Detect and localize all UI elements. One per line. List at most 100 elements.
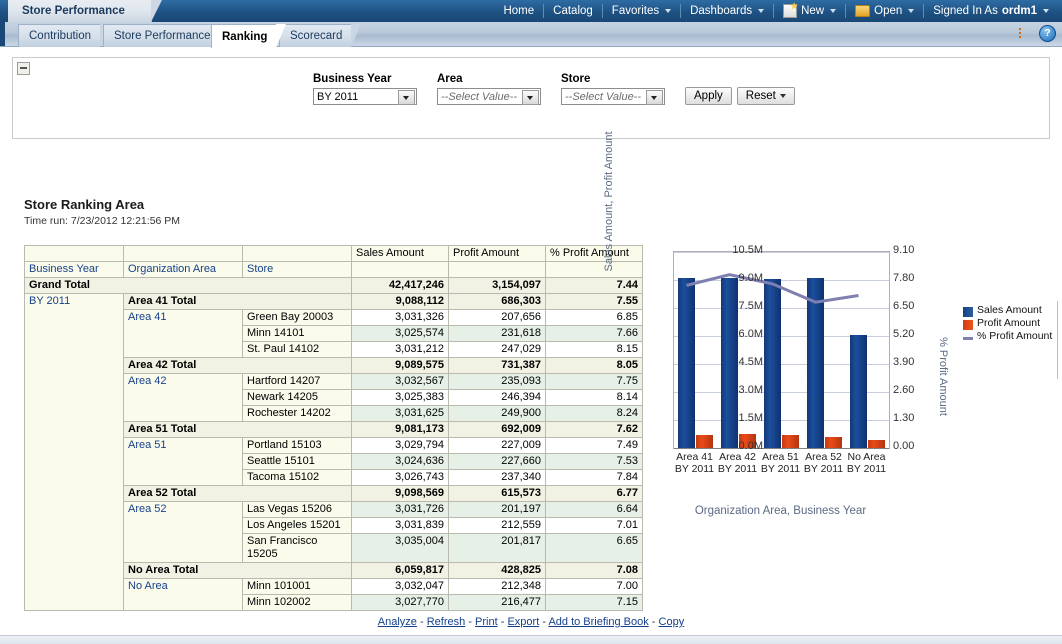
cell-sales: 3,031,212	[351, 341, 449, 358]
cell-profit: 227,009	[448, 437, 546, 454]
nav-new[interactable]: New	[774, 4, 847, 18]
link-print[interactable]: Print	[475, 616, 498, 628]
group-total-label: Area 41 Total	[123, 293, 352, 310]
nav-open[interactable]: Open	[846, 4, 925, 18]
header-organization-area[interactable]: Organization Area	[123, 261, 243, 278]
cell-profit: 246,394	[448, 389, 546, 406]
cell-profit: 249,900	[448, 405, 546, 422]
group-total-sales: 9,081,173	[351, 421, 449, 438]
chart-x-tick-label: Area 52 BY 2011	[803, 451, 844, 475]
cell-profit: 201,197	[448, 501, 546, 518]
tab-ranking[interactable]: Ranking	[211, 24, 287, 48]
cell-area[interactable]: Area 42	[123, 373, 243, 422]
prompt-area-label: Area	[437, 73, 463, 85]
tab-contribution-label: Contribution	[29, 30, 92, 42]
cell-profit: 231,618	[448, 325, 546, 342]
apply-button[interactable]: Apply	[685, 87, 732, 105]
prompt-controls: Business Year BY 2011 Area --Select Valu…	[313, 72, 795, 105]
cell-sales: 3,031,726	[351, 501, 449, 518]
nav-dashboards[interactable]: Dashboards	[681, 4, 775, 18]
nav-home-label: Home	[503, 5, 535, 17]
legend-item-profit[interactable]: Profit Amount	[963, 318, 1053, 330]
link-refresh[interactable]: Refresh	[427, 616, 466, 628]
chevron-down-icon[interactable]	[646, 90, 663, 105]
group-total-label: No Area Total	[123, 562, 352, 579]
current-user: ordm1	[1001, 5, 1037, 17]
link-copy[interactable]: Copy	[659, 616, 685, 628]
nav-signed-in-as[interactable]: Signed In As ordm1	[924, 4, 1058, 18]
report-action-links: Analyze - Refresh - Print - Export - Add…	[0, 616, 1062, 628]
chart-y2-tick-label: 0.00	[893, 440, 915, 452]
header-sales-amount: Sales Amount	[351, 245, 449, 262]
open-folder-icon	[855, 5, 871, 17]
link-export[interactable]: Export	[507, 616, 539, 628]
cell-sales: 3,027,770	[351, 594, 449, 611]
chart-y2-axis-title: % Profit Amount	[937, 337, 949, 416]
legend-item-sales[interactable]: Sales Amount	[963, 305, 1053, 317]
chart: Sales Amount, Profit Amount % Profit Amo…	[603, 131, 1058, 523]
chart-y-tick-label: 4.5M	[738, 356, 763, 368]
chart-y2-tick-label: 1.30	[893, 412, 915, 424]
link-analyze[interactable]: Analyze	[378, 616, 417, 628]
cell-store: Newark 14205	[242, 389, 352, 406]
area-value: --Select Value--	[441, 90, 518, 103]
legend-item-pct-profit[interactable]: % Profit Amount	[963, 331, 1053, 342]
area-select[interactable]: --Select Value--	[437, 88, 541, 105]
tab-contribution[interactable]: Contribution	[18, 24, 111, 47]
tab-ranking-label: Ranking	[222, 30, 268, 43]
group-total-label: Area 52 Total	[123, 485, 352, 502]
chevron-down-icon	[1043, 9, 1049, 13]
chart-y-tick-label: 10.5M	[732, 244, 763, 256]
reset-button[interactable]: Reset	[736, 87, 795, 105]
nav-home[interactable]: Home	[494, 4, 545, 18]
group-total-profit: 686,303	[448, 293, 546, 310]
cell-store: Seattle 15101	[242, 453, 352, 470]
grand-total-label: Grand Total	[24, 277, 352, 294]
chart-y-tick-label: 7.5M	[738, 300, 763, 312]
grand-total-sales: 42,417,246	[351, 277, 449, 294]
cell-store: Los Angeles 15201	[242, 517, 352, 534]
link-add-to-briefing-book[interactable]: Add to Briefing Book	[548, 616, 648, 628]
cell-area[interactable]: No Area	[123, 578, 243, 611]
cell-profit: 247,029	[448, 341, 546, 358]
table-header-measures: Sales Amount Profit Amount % Profit Amou…	[24, 245, 643, 262]
cell-store: Minn 102002	[242, 594, 352, 611]
cell-business-year[interactable]: BY 2011	[24, 293, 124, 611]
cell-store: Minn 101001	[242, 578, 352, 595]
nav-favorites[interactable]: Favorites	[603, 4, 682, 18]
help-icon[interactable]: ?	[1039, 25, 1056, 42]
cell-area[interactable]: Area 52	[123, 501, 243, 563]
cell-store: Portland 15103	[242, 437, 352, 454]
grand-total-profit: 3,154,097	[448, 277, 546, 294]
chevron-down-icon[interactable]	[522, 90, 539, 105]
prompt-area: Area --Select Value--	[437, 73, 541, 105]
tab-scorecard[interactable]: Scorecard	[279, 24, 362, 47]
header-spacer-2	[123, 245, 243, 262]
cell-profit: 216,477	[448, 594, 546, 611]
group-total-sales: 6,059,817	[351, 562, 449, 579]
page-options-icon[interactable]	[1019, 27, 1033, 40]
tab-store-performance[interactable]: Store Performance	[103, 24, 229, 47]
cell-store: Tacoma 15102	[242, 469, 352, 486]
nav-catalog[interactable]: Catalog	[544, 4, 603, 18]
cell-area[interactable]: Area 51	[123, 437, 243, 486]
cell-sales: 3,031,625	[351, 405, 449, 422]
cell-sales: 3,025,383	[351, 389, 449, 406]
store-select[interactable]: --Select Value--	[561, 88, 665, 105]
chart-gridline	[674, 448, 889, 449]
chart-y-tick-label: 3.0M	[738, 384, 763, 396]
dashboard-title-label: Store Performance	[22, 5, 125, 17]
collapse-minus-icon[interactable]	[17, 62, 30, 75]
cell-store: Rochester 14202	[242, 405, 352, 422]
dashboard-page: Store Performance Home Catalog Favorites…	[0, 0, 1062, 644]
chart-y2-tick-label: 7.80	[893, 272, 915, 284]
business-year-select[interactable]: BY 2011	[313, 88, 417, 105]
chevron-down-icon[interactable]	[398, 90, 415, 105]
link-separator: -	[468, 616, 472, 628]
header-business-year[interactable]: Business Year	[24, 261, 124, 278]
cell-store: Green Bay 20003	[242, 309, 352, 326]
header-store[interactable]: Store	[242, 261, 352, 278]
cell-sales: 3,035,004	[351, 533, 449, 563]
cell-area[interactable]: Area 41	[123, 309, 243, 358]
dashboard-title-tab[interactable]: Store Performance	[8, 0, 162, 22]
